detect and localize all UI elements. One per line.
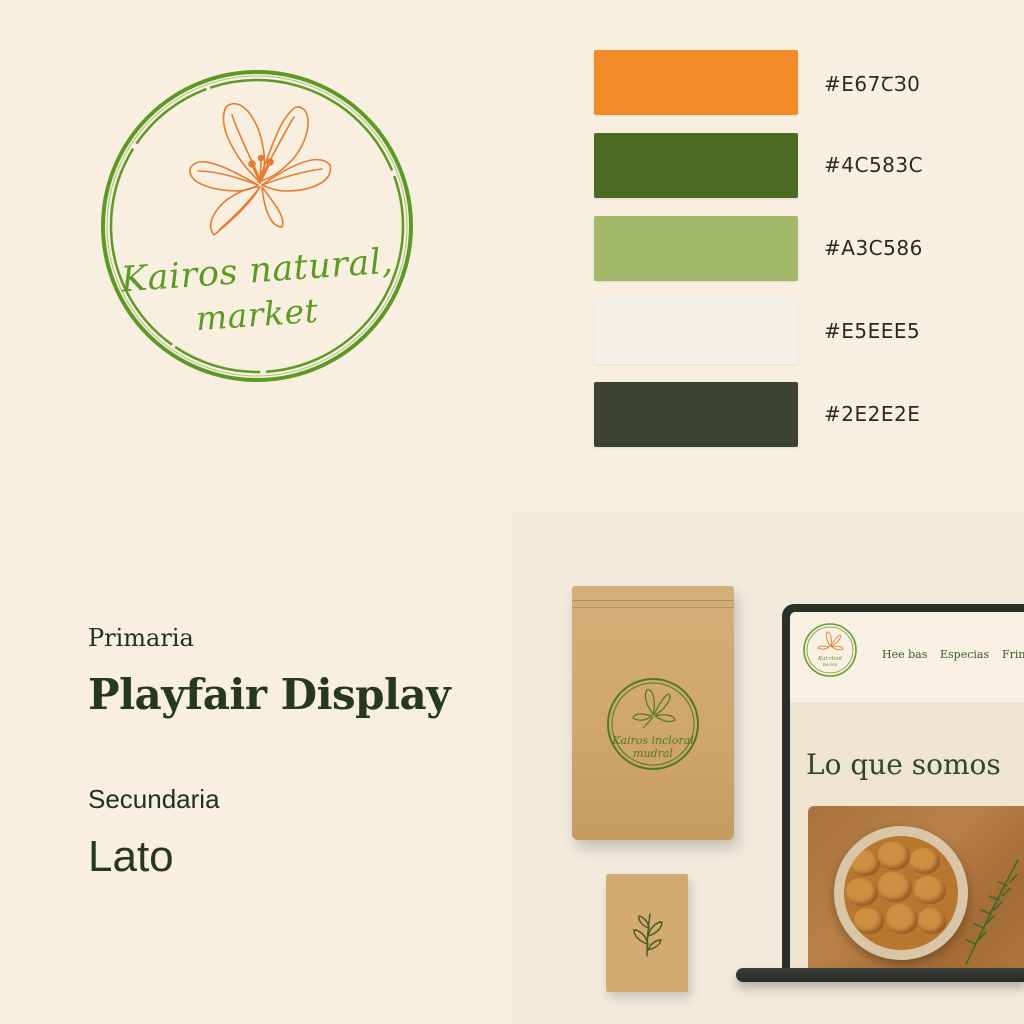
pouch-brand-line-2: mudral [633, 747, 673, 760]
hero-title: Lo que somos [806, 748, 1001, 781]
nav-item-hierbas[interactable]: Hee bas [882, 648, 927, 661]
color-hex-5: #2E2E2E [824, 402, 921, 426]
hero-photo [808, 806, 1024, 974]
walnut-bowl [834, 826, 968, 960]
color-swatch-charcoal [594, 382, 798, 447]
brand-board: Kairos natural, market #E67ꞆЗ0 #4C583C #… [0, 0, 1024, 1024]
secondary-font-label: Secundaria [88, 784, 220, 814]
color-swatch-orange [594, 50, 798, 115]
leaf-sprig-icon [633, 913, 663, 957]
flower-icon [189, 102, 332, 236]
site-logo-flower-icon [817, 631, 844, 651]
kraft-business-card [606, 874, 688, 992]
secondary-font-name: Lato [88, 832, 174, 881]
nav-item-especias[interactable]: Especias [940, 648, 989, 661]
laptop-mockup: Kai·rlool ne·ira Hee bas Especias Frin L… [782, 604, 1024, 974]
pouch-brand-line-1: Kairos incloral [612, 734, 694, 747]
color-swatch-off-white [594, 299, 798, 364]
color-hex-3: #A3C586 [824, 236, 923, 260]
kraft-pouch-mockup: Kairos incloral mudral [572, 586, 734, 840]
walnuts [844, 836, 958, 950]
primary-font-label: Primaria [88, 624, 194, 652]
brand-logo: Kairos natural, market [98, 67, 416, 385]
nav-item-third[interactable]: Frin [1002, 648, 1024, 661]
pouch-flower-icon [632, 689, 676, 729]
color-hex-2: #4C583C [824, 153, 924, 177]
laptop-base [736, 968, 1024, 982]
color-swatch-light-green [594, 216, 798, 281]
website-preview: Kai·rlool ne·ira Hee bas Especias Frin L… [790, 612, 1024, 974]
svg-text:ne·ira: ne·ira [823, 662, 838, 668]
primary-font-name: Playfair Display [88, 670, 451, 719]
rosemary-sprig-icon [965, 859, 1019, 965]
color-swatch-dark-green [594, 133, 798, 198]
color-hex-1: #E67ꞆЗ0 [824, 72, 921, 96]
site-logo[interactable]: Kai·rlool ne·ira [802, 622, 858, 678]
pouch-zip-seal [572, 600, 734, 608]
color-hex-4: #E5EEE5 [824, 319, 921, 343]
